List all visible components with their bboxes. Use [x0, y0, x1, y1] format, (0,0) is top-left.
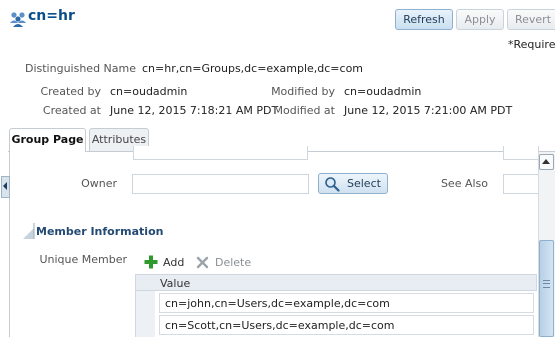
- table-row-header-column: [135, 291, 155, 337]
- tab-group-page[interactable]: Group Page: [9, 128, 86, 152]
- apply-button[interactable]: Apply: [456, 9, 504, 30]
- scrollbar-thumb[interactable]: [539, 240, 554, 337]
- see-also-input[interactable]: [503, 174, 539, 194]
- refresh-button[interactable]: Refresh: [395, 9, 453, 30]
- created-by-value: cn=oudadmin: [110, 85, 188, 98]
- modified-at-value: June 12, 2015 7:21:00 AM PDT: [344, 104, 513, 117]
- collapse-left-icon: [3, 182, 7, 190]
- modified-at-label: Modified at: [273, 104, 336, 117]
- column-header-value[interactable]: Value: [160, 277, 190, 290]
- member-value[interactable]: cn=Scott,cn=Users,dc=example,dc=com: [165, 319, 395, 332]
- member-information-heading: Member Information: [36, 225, 164, 238]
- select-label: Select: [347, 177, 381, 190]
- grip-icon: [543, 280, 550, 288]
- table-header: [135, 274, 537, 291]
- delete-member-button[interactable]: Delete: [215, 256, 251, 269]
- add-member-button[interactable]: Add: [163, 256, 184, 269]
- section-disclosure-icon[interactable]: [21, 222, 35, 240]
- modified-by-label: Modified by: [271, 85, 335, 98]
- required-note: *Required: [508, 38, 555, 51]
- dn-value: cn=hr,cn=Groups,dc=example,dc=com: [142, 62, 364, 75]
- previous-field-input[interactable]: [133, 146, 308, 160]
- chevron-up-icon: [542, 159, 550, 164]
- search-icon: [325, 177, 340, 192]
- dn-label: Distinguished Name: [24, 62, 136, 75]
- see-also-label: See Also: [440, 177, 488, 190]
- member-value[interactable]: cn=john,cn=Users,dc=example,dc=com: [165, 297, 390, 310]
- previous-field-input-right[interactable]: [503, 146, 539, 160]
- owner-label: Owner: [81, 177, 117, 190]
- grip-line: [543, 283, 550, 284]
- add-icon[interactable]: [144, 255, 158, 269]
- modified-by-value: cn=oudadmin: [344, 85, 422, 98]
- revert-button[interactable]: Revert: [507, 9, 555, 30]
- group-icon: [10, 12, 26, 27]
- delete-icon[interactable]: [196, 256, 209, 269]
- created-by-label: Created by: [40, 85, 101, 98]
- unique-member-label: Unique Member: [39, 253, 127, 266]
- owner-input[interactable]: [132, 174, 309, 194]
- created-at-label: Created at: [42, 104, 101, 117]
- page-title: cn=hr: [28, 8, 75, 24]
